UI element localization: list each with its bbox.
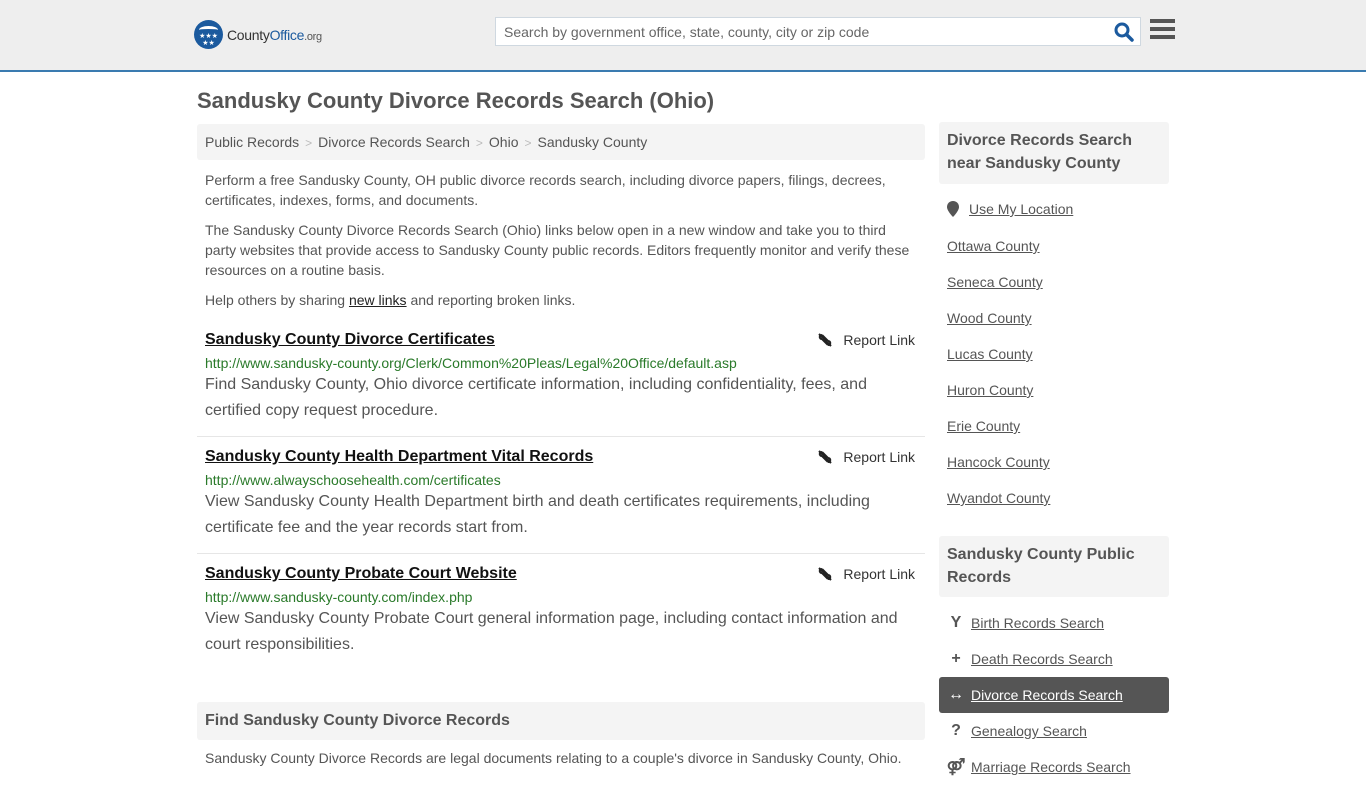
breadcrumb-current: Sandusky County bbox=[537, 134, 648, 150]
result-title-link[interactable]: Sandusky County Probate Court Website bbox=[205, 565, 517, 583]
new-links-link[interactable]: new links bbox=[349, 292, 407, 308]
sidebar-item-label[interactable]: Death Records Search bbox=[971, 651, 1113, 667]
result-url[interactable]: http://www.alwayschoosehealth.com/certif… bbox=[205, 472, 917, 488]
use-location[interactable]: Use My Location bbox=[947, 201, 1073, 217]
breadcrumb: Public Records > Divorce Records Search > Oh… bbox=[197, 124, 925, 160]
breadcrumb-ohio[interactable]: Ohio bbox=[489, 134, 519, 150]
use-my-location-link[interactable]: Use My Location bbox=[969, 201, 1073, 217]
sidebar-item-label[interactable]: Marriage Records Search bbox=[971, 759, 1131, 775]
sidebar-item-genealogy[interactable]: ? Genealogy Search bbox=[939, 713, 1169, 749]
result-item: Sandusky County Health Department Vital … bbox=[197, 442, 925, 554]
result-item: Sandusky County Probate Court Website Re… bbox=[197, 559, 925, 671]
result-url[interactable]: http://www.sandusky-county.org/Clerk/Com… bbox=[205, 355, 917, 371]
search-box bbox=[495, 17, 1141, 46]
find-records-heading: Find Sandusky County Divorce Records bbox=[197, 702, 925, 740]
search-input[interactable] bbox=[496, 18, 1096, 45]
find-records-text: Sandusky County Divorce Records are lega… bbox=[205, 750, 902, 766]
result-description: View Sandusky County Probate Court gener… bbox=[205, 610, 898, 653]
broken-link-icon bbox=[818, 333, 833, 347]
nearby-heading: Divorce Records Search near Sandusky Cou… bbox=[939, 122, 1169, 184]
sidebar-item-death-records[interactable]: + Death Records Search bbox=[939, 641, 1169, 677]
broken-link-icon bbox=[818, 450, 833, 464]
result-url[interactable]: http://www.sandusky-county.com/index.php bbox=[205, 589, 917, 605]
plus-icon: + bbox=[951, 650, 961, 667]
sidebar-item-label[interactable]: Genealogy Search bbox=[971, 723, 1087, 739]
site-logo[interactable]: ★★★ ★★ CountyOffice.org bbox=[194, 20, 322, 49]
breadcrumb-separator: > bbox=[524, 136, 532, 150]
hamburger-menu-icon[interactable] bbox=[1150, 19, 1175, 41]
arrows-horizontal-icon: ↔ bbox=[948, 686, 964, 703]
nearby-county-link[interactable]: Lucas County bbox=[947, 346, 1033, 362]
sidebar-item-birth-records[interactable]: Y Birth Records Search bbox=[939, 605, 1169, 641]
breadcrumb-separator: > bbox=[475, 136, 483, 150]
map-marker-icon bbox=[947, 201, 959, 217]
sidebar-item-divorce-records[interactable]: ↔ Divorce Records Search bbox=[939, 677, 1169, 713]
nearby-county-link[interactable]: Huron County bbox=[947, 382, 1033, 398]
page-title: Sandusky County Divorce Records Search (… bbox=[197, 88, 715, 113]
question-icon: ? bbox=[951, 722, 961, 739]
nearby-county-link[interactable]: Hancock County bbox=[947, 454, 1050, 470]
nearby-county-link[interactable]: Wood County bbox=[947, 310, 1032, 326]
help-paragraph: Help others by sharing new links and rep… bbox=[205, 292, 576, 308]
result-description: View Sandusky County Health Department b… bbox=[205, 493, 870, 536]
marriage-icon: ⚤ bbox=[946, 759, 966, 776]
report-link-button[interactable]: Report Link bbox=[817, 449, 915, 465]
result-title-link[interactable]: Sandusky County Divorce Certificates bbox=[205, 331, 495, 349]
breadcrumb-separator: > bbox=[305, 136, 313, 150]
breadcrumb-public-records[interactable]: Public Records bbox=[205, 134, 299, 150]
eagle-logo-icon: ★★★ ★★ bbox=[194, 20, 223, 49]
broken-link-icon bbox=[818, 567, 833, 581]
nearby-county-link[interactable]: Seneca County bbox=[947, 274, 1043, 290]
report-link-button[interactable]: Report Link bbox=[817, 566, 915, 582]
logo-text: CountyOffice.org bbox=[227, 26, 322, 43]
disclaimer-paragraph: The Sandusky County Divorce Records Sear… bbox=[205, 222, 910, 278]
child-icon: Y bbox=[950, 614, 962, 631]
sidebar-item-label[interactable]: Birth Records Search bbox=[971, 615, 1104, 631]
result-title-link[interactable]: Sandusky County Health Department Vital … bbox=[205, 448, 593, 466]
top-header: ★★★ ★★ CountyOffice.org bbox=[0, 0, 1366, 72]
public-records-heading: Sandusky County Public Records bbox=[939, 536, 1169, 597]
nearby-county-link[interactable]: Ottawa County bbox=[947, 238, 1040, 254]
report-link-button[interactable]: Report Link bbox=[817, 332, 915, 348]
breadcrumb-divorce-records-search[interactable]: Divorce Records Search bbox=[318, 134, 470, 150]
nearby-county-link[interactable]: Wyandot County bbox=[947, 490, 1050, 506]
result-item: Sandusky County Divorce Certificates Rep… bbox=[197, 325, 925, 437]
sidebar-item-marriage-records[interactable]: ⚤ Marriage Records Search bbox=[939, 749, 1169, 785]
sidebar-item-label[interactable]: Divorce Records Search bbox=[971, 687, 1123, 703]
result-description: Find Sandusky County, Ohio divorce certi… bbox=[205, 376, 867, 419]
search-icon[interactable] bbox=[1114, 22, 1134, 42]
intro-paragraph: Perform a free Sandusky County, OH publi… bbox=[205, 172, 886, 208]
nearby-county-link[interactable]: Erie County bbox=[947, 418, 1020, 434]
